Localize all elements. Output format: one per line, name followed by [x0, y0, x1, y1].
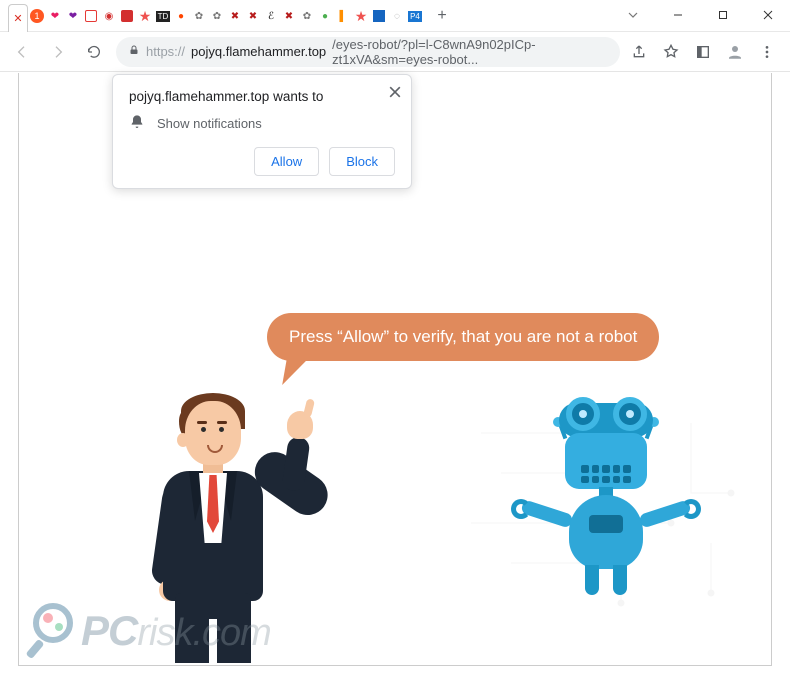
- close-window-button[interactable]: [745, 0, 790, 30]
- tab-favicon-19[interactable]: ★: [352, 4, 370, 28]
- maximize-button[interactable]: [700, 0, 745, 30]
- tab-favicon-9[interactable]: ●: [172, 4, 190, 28]
- tab-favicon-4[interactable]: [82, 4, 100, 28]
- tab-favicon-7[interactable]: ★: [136, 4, 154, 28]
- pcrisk-watermark: PCrisk.com: [29, 603, 271, 659]
- back-button[interactable]: [8, 38, 36, 66]
- lock-icon: [128, 44, 140, 59]
- watermark-risk: risk.com: [137, 612, 270, 654]
- tab-favicon-21[interactable]: ◌: [388, 4, 406, 28]
- tab-favicon-5[interactable]: ◉: [100, 4, 118, 28]
- new-tab-button[interactable]: +: [430, 7, 454, 25]
- url-path: /eyes-robot/?pl=l-C8wnA9n02pICp-zt1xVA&s…: [332, 37, 608, 67]
- close-tab-icon[interactable]: ✕: [13, 12, 22, 25]
- share-icon[interactable]: [628, 41, 650, 63]
- permission-origin-text: pojyq.flamehammer.top wants to: [129, 89, 395, 104]
- minimize-button[interactable]: [655, 0, 700, 30]
- tab-favicon-16[interactable]: ✿: [298, 4, 316, 28]
- tab-favicon-6[interactable]: [118, 4, 136, 28]
- tab-favicon-15[interactable]: ✖: [280, 4, 298, 28]
- tab-favicon-12[interactable]: ✖: [226, 4, 244, 28]
- notification-permission-prompt: pojyq.flamehammer.top wants to Show noti…: [112, 74, 412, 189]
- tab-favicon-1[interactable]: 1: [28, 4, 46, 28]
- speech-text: Press “Allow” to verify, that you are no…: [289, 327, 637, 346]
- tab-favicon-14[interactable]: ℰ: [262, 4, 280, 28]
- tab-favicon-22[interactable]: P4: [406, 4, 424, 28]
- block-button[interactable]: Block: [329, 147, 395, 176]
- tab-favicon-11[interactable]: ✿: [208, 4, 226, 28]
- bell-icon: [129, 114, 145, 133]
- tab-favicon-20[interactable]: [370, 4, 388, 28]
- url-protocol: https://: [146, 44, 185, 59]
- window-titlebar: ✕ 1 ❤ ❤ ◉ ★ TD ● ✿ ✿ ✖ ✖ ℰ ✖ ✿ ● ▌ ★ ◌ P…: [0, 0, 790, 32]
- chrome-menu-dropdown-icon[interactable]: [610, 0, 655, 30]
- forward-button[interactable]: [44, 38, 72, 66]
- tab-favicon-17[interactable]: ●: [316, 4, 334, 28]
- active-tab[interactable]: ✕: [8, 4, 28, 32]
- tab-favicon-3[interactable]: ❤: [64, 4, 82, 28]
- permission-label: Show notifications: [157, 116, 262, 131]
- address-bar[interactable]: https:// pojyq.flamehammer.top/eyes-robot…: [116, 37, 620, 67]
- robot-illustration: [511, 403, 701, 623]
- kebab-menu-icon[interactable]: [756, 41, 778, 63]
- close-icon[interactable]: [389, 85, 401, 103]
- tab-favicon-13[interactable]: ✖: [244, 4, 262, 28]
- magnifier-icon: [29, 603, 85, 659]
- profile-avatar-icon[interactable]: [724, 41, 746, 63]
- tab-favicon-8[interactable]: TD: [154, 4, 172, 28]
- tab-favicon-2[interactable]: ❤: [46, 4, 64, 28]
- tab-strip: ✕ 1 ❤ ❤ ◉ ★ TD ● ✿ ✿ ✖ ✖ ℰ ✖ ✿ ● ▌ ★ ◌ P…: [0, 0, 454, 32]
- bookmark-star-icon[interactable]: [660, 41, 682, 63]
- speech-bubble: Press “Allow” to verify, that you are no…: [267, 313, 659, 361]
- tab-favicon-18[interactable]: ▌: [334, 4, 352, 28]
- allow-button[interactable]: Allow: [254, 147, 319, 176]
- browser-toolbar: https:// pojyq.flamehammer.top/eyes-robot…: [0, 32, 790, 72]
- tab-favicon-10[interactable]: ✿: [190, 4, 208, 28]
- reload-button[interactable]: [80, 38, 108, 66]
- watermark-pc: PC: [81, 607, 137, 654]
- url-host: pojyq.flamehammer.top: [191, 44, 326, 59]
- window-controls: [610, 0, 790, 30]
- reading-list-icon[interactable]: [692, 41, 714, 63]
